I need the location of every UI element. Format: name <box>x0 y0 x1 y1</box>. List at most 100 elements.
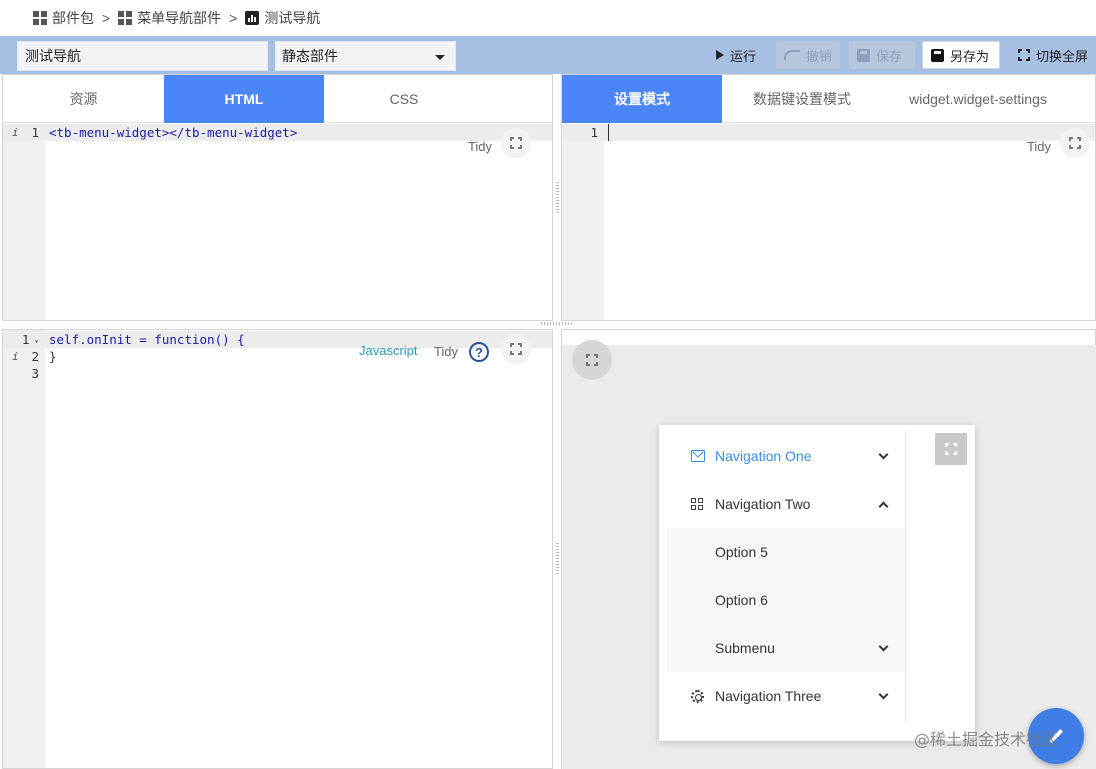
breadcrumb-separator: > <box>102 10 111 26</box>
help-icon: ? <box>469 342 489 362</box>
language-label: Javascript <box>359 342 418 358</box>
breadcrumb-item-widget-bundle[interactable]: 部件包 <box>33 8 94 28</box>
horizontal-splitter[interactable] <box>541 322 573 325</box>
undo-label: 撤销 <box>806 48 833 64</box>
preview-expand-button[interactable] <box>572 340 612 380</box>
widgets-icon <box>118 11 133 25</box>
fullscreen-icon <box>1018 49 1030 61</box>
expand-icon-wrap <box>1060 128 1090 158</box>
menu-item-navigation-one[interactable]: Navigation One <box>667 432 905 480</box>
settings-tabs: 设置模式 数据键设置模式 widget.widget-settings <box>562 75 1095 123</box>
resource-tabs: 资源 HTML CSS <box>3 75 552 123</box>
line-number: i1 <box>12 125 39 140</box>
setting-icon <box>691 690 704 703</box>
info-marker: i <box>12 350 19 363</box>
javascript-panel: 1 ▾ self.onInit = function() { i2 } 3 Ja… <box>2 329 553 769</box>
tab-settings-mode[interactable]: 设置模式 <box>562 75 722 123</box>
expand-icon <box>586 354 598 366</box>
save-icon <box>931 48 944 62</box>
menu-item-option-6[interactable]: Option 6 <box>667 576 905 624</box>
code-line: 1 <box>562 124 1095 141</box>
chevron-down-icon <box>878 641 889 652</box>
widgets-icon <box>33 11 47 25</box>
caret-down-icon <box>435 55 445 60</box>
info-marker: i <box>12 126 19 139</box>
chart-icon <box>245 11 260 25</box>
tab-widget-settings[interactable]: widget.widget-settings <box>882 75 1074 123</box>
line-number: 1 <box>590 125 598 140</box>
breadcrumb-item-menu-widget[interactable]: 菜单导航部件 <box>118 8 221 28</box>
save-as-button[interactable]: 另存为 <box>922 41 1000 69</box>
widget-name-input[interactable]: 测试导航 <box>17 41 268 71</box>
undo-icon <box>784 50 800 60</box>
save-as-label: 另存为 <box>950 48 990 64</box>
chevron-down-icon <box>878 449 889 460</box>
save-button[interactable]: 保存 <box>849 41 915 69</box>
code-text: } <box>49 349 57 364</box>
tidy-button[interactable]: Tidy <box>1022 134 1056 158</box>
expand-editor-button[interactable] <box>501 128 531 158</box>
gutter <box>3 330 45 768</box>
tab-html[interactable]: HTML <box>164 75 324 123</box>
save-icon <box>857 48 870 62</box>
fullscreen-button[interactable]: 切换全屏 <box>1010 41 1096 69</box>
menu-item-label: Navigation One <box>715 448 812 464</box>
tidy-button[interactable]: Tidy <box>429 339 463 363</box>
html-code-editor[interactable]: i1 <tb-menu-widget></tb-menu-widget> Tid… <box>3 124 552 320</box>
tab-resources[interactable]: 资源 <box>3 75 164 123</box>
settings-code-editor[interactable]: 1 Tidy <box>562 124 1095 320</box>
tidy-button[interactable]: Tidy <box>463 134 497 158</box>
fullscreen-label: 切换全屏 <box>1036 48 1089 64</box>
chevron-down-icon <box>878 689 889 700</box>
menu-widget-preview: Navigation One Navigation Two Option 5 O… <box>659 425 975 741</box>
widget-fullscreen-button[interactable] <box>935 433 967 465</box>
run-button[interactable]: 运行 <box>708 41 764 69</box>
widget-type-select[interactable]: 静态部件 <box>275 41 456 71</box>
breadcrumb: 部件包 > 菜单导航部件 > 测试导航 <box>0 0 1096 36</box>
breadcrumb-label: 部件包 <box>52 10 94 26</box>
appstore-icon <box>691 498 703 510</box>
menu-item-label: Option 6 <box>715 592 768 608</box>
menu-item-option-5[interactable]: Option 5 <box>667 528 905 576</box>
menu-item-label: Navigation Two <box>715 496 811 512</box>
editor-toolbar: 测试导航 静态部件 运行 撤销 保存 另存为 切换全屏 <box>0 36 1096 74</box>
settings-panel: 设置模式 数据键设置模式 widget.widget-settings 1 Ti… <box>561 74 1096 321</box>
line-number: 3 <box>31 366 39 381</box>
help-button[interactable]: ? <box>469 340 489 364</box>
breadcrumb-label: 菜单导航部件 <box>137 10 222 26</box>
divider <box>905 431 906 721</box>
menu-item-navigation-two[interactable]: Navigation Two <box>667 480 905 528</box>
breadcrumb-item-current: 测试导航 <box>245 8 320 28</box>
run-label: 运行 <box>730 48 757 64</box>
gutter <box>562 124 604 320</box>
expand-icon <box>1069 137 1081 149</box>
mail-icon <box>691 450 705 462</box>
widget-type-value: 静态部件 <box>282 48 338 64</box>
chevron-up-icon <box>878 501 889 512</box>
breadcrumb-separator: > <box>229 10 238 26</box>
vertical-splitter[interactable] <box>556 182 559 214</box>
line-number: i2 <box>12 349 39 364</box>
expand-icon-wrap <box>501 334 531 364</box>
vertical-splitter[interactable] <box>556 543 559 575</box>
expand-icon <box>510 343 522 355</box>
gutter <box>3 124 45 320</box>
tab-datakey-settings[interactable]: 数据键设置模式 <box>722 75 882 123</box>
play-icon <box>716 50 724 60</box>
expand-icon <box>945 443 957 455</box>
html-panel: 资源 HTML CSS i1 <tb-menu-widget></tb-menu… <box>2 74 553 321</box>
text-cursor <box>608 124 609 141</box>
menu-item-label: Navigation Three <box>715 688 822 704</box>
tab-css[interactable]: CSS <box>324 75 484 123</box>
js-code-editor[interactable]: 1 ▾ self.onInit = function() { i2 } 3 Ja… <box>3 330 552 768</box>
menu-item-navigation-three[interactable]: Navigation Three <box>667 672 905 720</box>
expand-editor-button[interactable] <box>501 334 531 364</box>
expand-icon-wrap <box>501 128 531 158</box>
expand-icon <box>510 137 522 149</box>
code-text: self.onInit = function() { <box>49 332 245 347</box>
code-line: 3 <box>3 365 552 382</box>
watermark: @稀土掘金技术社区 <box>914 730 1059 749</box>
menu-item-submenu[interactable]: Submenu <box>667 624 905 672</box>
expand-editor-button[interactable] <box>1060 128 1090 158</box>
undo-button[interactable]: 撤销 <box>776 41 840 69</box>
